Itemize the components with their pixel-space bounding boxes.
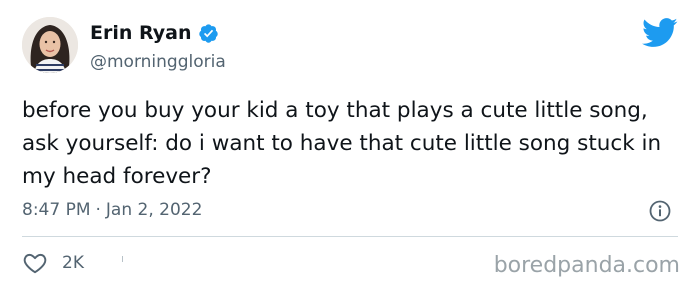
author-handle[interactable]: @morninggloria — [90, 51, 226, 73]
twitter-bird-icon[interactable] — [642, 18, 678, 48]
tweet-timestamp[interactable]: 8:47 PM · Jan 2, 2022 — [22, 198, 202, 222]
tweet-time: 8:47 PM — [22, 200, 91, 220]
avatar-image — [22, 17, 78, 73]
info-icon[interactable] — [648, 199, 672, 223]
like-button[interactable]: 2K — [22, 250, 84, 276]
verified-badge-icon — [198, 23, 219, 44]
avatar[interactable] — [22, 17, 78, 73]
tweet-card: Erin Ryan @morninggloria before you buy … — [0, 0, 700, 288]
tweet-date: Jan 2, 2022 — [105, 200, 203, 220]
author-name-row: Erin Ryan — [90, 20, 219, 46]
author-display-name[interactable]: Erin Ryan — [90, 20, 192, 46]
like-count: 2K — [62, 253, 84, 273]
tweet-text: before you buy your kid a toy that plays… — [22, 98, 662, 189]
action-divider-tick — [122, 256, 123, 262]
watermark: boredpanda.com — [493, 253, 680, 278]
divider — [22, 236, 678, 237]
heart-icon — [22, 250, 48, 276]
timestamp-separator: · — [95, 200, 101, 220]
